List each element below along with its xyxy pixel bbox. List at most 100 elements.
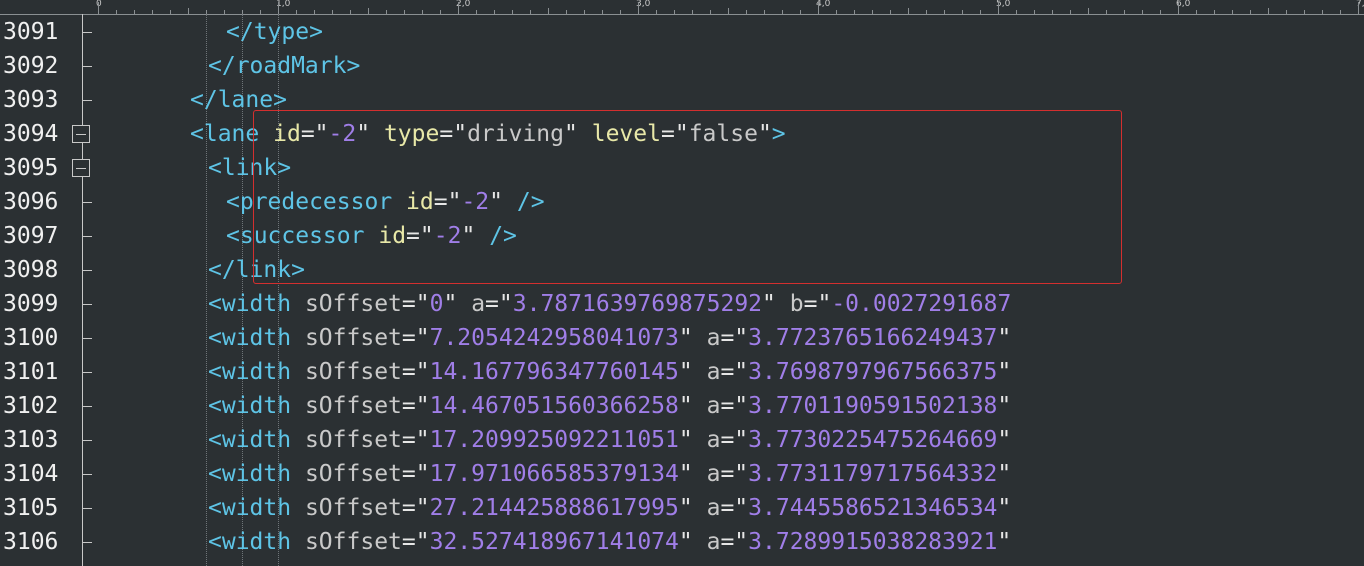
- code-line[interactable]: <width sOffset="14.167796347760145" a="3…: [208, 355, 1011, 389]
- code-line[interactable]: </lane>: [190, 83, 287, 117]
- code-line[interactable]: </roadMark>: [208, 49, 360, 83]
- xml-tag: </type>: [226, 19, 323, 45]
- quote: ": [356, 121, 371, 147]
- line-number: 3091: [3, 19, 59, 45]
- numeric-value: -2: [433, 223, 462, 249]
- numeric-value: 3.7871639769875292: [512, 291, 763, 317]
- string-value: sOffset: [304, 359, 402, 385]
- ruler-tick: [1214, 10, 1215, 14]
- quote: ": [314, 121, 329, 147]
- string-value: a: [706, 427, 721, 453]
- code-line[interactable]: <width sOffset="32.527418967141074" a="3…: [208, 525, 1011, 559]
- code-line[interactable]: <predecessor id="-2" />: [226, 185, 545, 219]
- numeric-value: 7.2054242958041073: [429, 325, 679, 351]
- numeric-value: -2: [461, 189, 490, 215]
- numeric-value: 3.7730225475264669: [748, 427, 998, 453]
- fold-collapse-icon[interactable]: [72, 125, 90, 143]
- code-line[interactable]: <width sOffset="17.209925092211051" a="3…: [208, 423, 1011, 457]
- ruler-tick: [998, 2, 999, 14]
- code-editor[interactable]: 01,02,03,04,05,06,07,0 30913092309330943…: [0, 0, 1364, 566]
- ruler-tick: [944, 10, 945, 14]
- code-line[interactable]: <lane id="-2" type="driving" level="fals…: [190, 117, 786, 151]
- quote: ": [415, 529, 430, 555]
- string-value: sOffset: [304, 427, 402, 453]
- quote: ": [674, 121, 689, 147]
- quote: ": [415, 461, 430, 487]
- ruler-tick: [1070, 10, 1071, 14]
- ruler-tick: [98, 2, 99, 14]
- ruler-tick: [296, 10, 297, 14]
- numeric-value: 3.7698797967566375: [748, 359, 998, 385]
- ruler-tick: [1268, 8, 1269, 14]
- code-line[interactable]: <width sOffset="7.2054242958041073" a="3…: [208, 321, 1011, 355]
- fold-marker-icon: [83, 406, 92, 407]
- ruler-tick: [314, 10, 315, 14]
- ruler-tick: [1052, 10, 1053, 14]
- ruler-tick: [674, 10, 675, 14]
- xml-tag: <width: [208, 495, 292, 521]
- string-value: sOffset: [304, 325, 402, 351]
- code-line[interactable]: <link>: [208, 151, 291, 185]
- fold-marker-icon: [83, 474, 92, 475]
- quote: ": [447, 189, 462, 215]
- code-line[interactable]: <width sOffset="0" a="3.7871639769875292…: [208, 287, 1011, 321]
- quote: ": [678, 427, 693, 453]
- quote: ": [997, 529, 1012, 555]
- quote: ": [997, 393, 1012, 419]
- ruler-tick: [872, 10, 873, 14]
- numeric-value: 17.971066585379134: [429, 461, 679, 487]
- ruler-tick: [728, 8, 729, 14]
- quote: ": [678, 325, 693, 351]
- ruler-tick: [476, 10, 477, 14]
- quote: ": [734, 495, 749, 521]
- quote: ": [678, 461, 693, 487]
- ruler-tick: [404, 10, 405, 14]
- xml-tag: />: [516, 189, 545, 215]
- equals-sign: =: [720, 393, 735, 419]
- attribute-name: level: [591, 121, 661, 147]
- line-number: 3103: [3, 427, 59, 453]
- string-value: sOffset: [304, 495, 402, 521]
- ruler-tick: [494, 10, 495, 14]
- numeric-value: 17.209925092211051: [429, 427, 679, 453]
- xml-tag: <width: [208, 529, 292, 555]
- ruler-tick: [1358, 2, 1359, 14]
- fold-marker-icon: [83, 542, 92, 543]
- string-value: false: [688, 121, 758, 147]
- ruler-tick: [692, 10, 693, 14]
- line-number: 3100: [3, 325, 59, 351]
- ruler-tick: [260, 10, 261, 14]
- code-line[interactable]: </link>: [208, 253, 305, 287]
- code-line[interactable]: <width sOffset="14.467051560366258" a="3…: [208, 389, 1011, 423]
- code-line[interactable]: <width sOffset="17.971066585379134" a="3…: [208, 457, 1011, 491]
- equals-sign: =: [660, 121, 675, 147]
- ruler-tick: [188, 8, 189, 14]
- fold-marker-icon: [83, 508, 92, 509]
- numeric-value: 0: [429, 291, 444, 317]
- string-value: sOffset: [304, 461, 402, 487]
- code-line[interactable]: <width sOffset="27.214425888617995" a="3…: [208, 491, 1011, 525]
- attribute-name: type: [383, 121, 440, 147]
- fold-collapse-icon[interactable]: [72, 159, 90, 177]
- numeric-value: 14.167796347760145: [429, 359, 679, 385]
- ruler-tick: [962, 10, 963, 14]
- numeric-value: -0.0027291687: [831, 291, 1012, 317]
- code-line[interactable]: <successor id="-2" />: [226, 219, 517, 253]
- xml-tag: </lane>: [190, 87, 287, 113]
- ruler-tick: [782, 10, 783, 14]
- ruler-tick: [278, 2, 279, 14]
- ruler-tick: [1160, 10, 1161, 14]
- line-number: 3093: [3, 87, 59, 113]
- equals-sign: =: [720, 529, 735, 555]
- ruler-tick: [908, 8, 909, 14]
- code-line[interactable]: </type>: [226, 15, 323, 49]
- ruler-tick: [818, 2, 819, 14]
- ruler-tick: [1196, 10, 1197, 14]
- equals-sign: =: [803, 291, 818, 317]
- quote: ": [564, 121, 578, 147]
